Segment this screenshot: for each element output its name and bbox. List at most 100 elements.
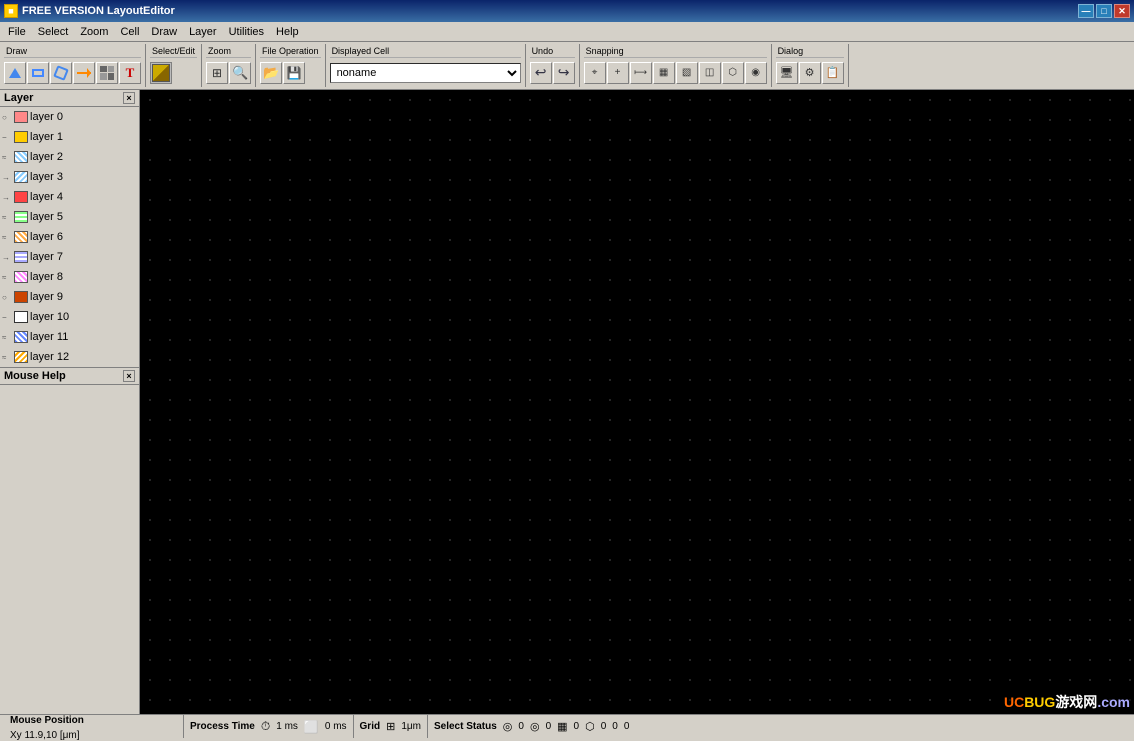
layer-item-2[interactable]: ≈ layer 2 <box>0 147 139 167</box>
layer-indicator-7: → <box>2 253 12 262</box>
snap-btn-8[interactable]: ◉ <box>745 62 767 84</box>
snap-icon-4: ▦ <box>659 67 668 78</box>
dialog-btn-1[interactable]: 🖥 <box>776 62 798 84</box>
file-operation-label: File Operation <box>260 44 321 58</box>
snap-btn-5[interactable]: ▧ <box>676 62 698 84</box>
snap-icon-8: ◉ <box>751 67 760 78</box>
menu-select[interactable]: Select <box>32 24 75 40</box>
snap-btn-4[interactable]: ▦ <box>653 62 675 84</box>
layer-name-11: layer 11 <box>30 331 68 343</box>
dialog-icon-2: ⚙ <box>805 66 815 79</box>
layer-color-11 <box>14 331 28 343</box>
draw-wire-button[interactable] <box>73 62 95 84</box>
layer-item-1[interactable]: − layer 1 <box>0 127 139 147</box>
layer-color-9 <box>14 291 28 303</box>
mouse-position-label: Mouse Position <box>10 715 84 726</box>
dialog-btn-3[interactable]: 📋 <box>822 62 844 84</box>
layer-item-3[interactable]: → layer 3 <box>0 167 139 187</box>
main-content: Layer × ○ layer 0 − layer 1 ≈ layer 2 → … <box>0 90 1134 714</box>
layer-color-7 <box>14 251 28 263</box>
layer-item-7[interactable]: → layer 7 <box>0 247 139 267</box>
triangle-icon <box>9 68 21 78</box>
layer-item-9[interactable]: ○ layer 9 <box>0 287 139 307</box>
close-button[interactable]: ✕ <box>1114 4 1130 18</box>
snap-btn-6[interactable]: ◫ <box>699 62 721 84</box>
dialog-btn-2[interactable]: ⚙ <box>799 62 821 84</box>
layer-name-7: layer 7 <box>30 251 63 263</box>
undo-label: Undo <box>530 44 575 58</box>
titlebar: ■ FREE VERSION LayoutEditor — □ ✕ <box>0 0 1134 22</box>
maximize-button[interactable]: □ <box>1096 4 1112 18</box>
layer-item-5[interactable]: ≈ layer 5 <box>0 207 139 227</box>
open-icon: 📂 <box>263 65 279 81</box>
layer-indicator-11: ≈ <box>2 333 12 342</box>
layer-indicator-8: ≈ <box>2 273 12 282</box>
zoom-fit-button[interactable]: ⊞ <box>206 62 228 84</box>
menu-file[interactable]: File <box>2 24 32 40</box>
layer-item-4[interactable]: → layer 4 <box>0 187 139 207</box>
minimize-button[interactable]: — <box>1078 4 1094 18</box>
snap-btn-3[interactable]: ⟼ <box>630 62 652 84</box>
sel-v1: 0 <box>518 721 524 732</box>
sel-v2: 0 <box>546 721 552 732</box>
menu-draw[interactable]: Draw <box>145 24 183 40</box>
layer-panel-header: Layer × <box>0 90 139 107</box>
process-time-value2: 0 ms <box>325 721 347 732</box>
undo-icon: ↩ <box>535 64 547 81</box>
redo-button[interactable]: ↪ <box>553 62 575 84</box>
layer-item-10[interactable]: − layer 10 <box>0 307 139 327</box>
sel-v6: 0 <box>624 721 630 732</box>
save-file-button[interactable]: 💾 <box>283 62 305 84</box>
select-edit-main-button[interactable] <box>150 62 172 84</box>
layer-indicator-6: ≈ <box>2 233 12 242</box>
mouse-position-value: Xy 11.9,10 [μm] <box>10 730 80 741</box>
draw-buttons: T <box>4 58 141 87</box>
select-status-section: Select Status ◎ 0 ◎ 0 ▦ 0 ⬡ 0 0 0 <box>428 715 1130 738</box>
menubar: File Select Zoom Cell Draw Layer Utiliti… <box>0 22 1134 42</box>
layer-item-12[interactable]: ≈ layer 12 <box>0 347 139 367</box>
snap-btn-2[interactable]: + <box>607 62 629 84</box>
draw-cell-button[interactable] <box>96 62 118 84</box>
canvas-area[interactable]: UCBUG游戏网.com <box>140 90 1134 714</box>
layer-color-6 <box>14 231 28 243</box>
watermark-text: UCBUG游戏网.com <box>1004 694 1130 710</box>
menu-zoom[interactable]: Zoom <box>74 24 114 40</box>
menu-layer[interactable]: Layer <box>183 24 223 40</box>
layer-color-12 <box>14 351 28 363</box>
layer-name-5: layer 5 <box>30 211 63 223</box>
layer-name-3: layer 3 <box>30 171 63 183</box>
snap-icon-6: ◫ <box>705 67 714 78</box>
layer-item-0[interactable]: ○ layer 0 <box>0 107 139 127</box>
select-edit-label: Select/Edit <box>150 44 197 58</box>
layer-color-5 <box>14 211 28 223</box>
sel-icon-4: ⬡ <box>585 720 595 733</box>
layer-item-11[interactable]: ≈ layer 11 <box>0 327 139 347</box>
mouse-help-close[interactable]: × <box>123 370 135 382</box>
draw-triangle-button[interactable] <box>4 62 26 84</box>
draw-polygon-button[interactable] <box>50 62 72 84</box>
layer-indicator-12: ≈ <box>2 353 12 362</box>
statusbar: Mouse Position Xy 11.9,10 [μm] Process T… <box>0 714 1134 738</box>
open-file-button[interactable]: 📂 <box>260 62 282 84</box>
draw-rect-button[interactable] <box>27 62 49 84</box>
select-edit-icon <box>152 64 170 82</box>
layer-item-6[interactable]: ≈ layer 6 <box>0 227 139 247</box>
draw-text-button[interactable]: T <box>119 62 141 84</box>
layer-item-8[interactable]: ≈ layer 8 <box>0 267 139 287</box>
undo-button[interactable]: ↩ <box>530 62 552 84</box>
layer-indicator-1: − <box>2 133 12 142</box>
polygon-icon <box>53 65 69 81</box>
window-controls: — □ ✕ <box>1078 4 1130 18</box>
layer-indicator-3: → <box>2 173 12 182</box>
menu-help[interactable]: Help <box>270 24 305 40</box>
menu-cell[interactable]: Cell <box>114 24 145 40</box>
title-left: ■ FREE VERSION LayoutEditor <box>4 4 175 18</box>
cell-dropdown-select[interactable]: noname <box>330 63 521 83</box>
zoom-in-button[interactable]: 🔍 <box>229 62 251 84</box>
snap-btn-7[interactable]: ⬡ <box>722 62 744 84</box>
menu-utilities[interactable]: Utilities <box>223 24 270 40</box>
layer-panel-close[interactable]: × <box>123 92 135 104</box>
layer-name-8: layer 8 <box>30 271 63 283</box>
snap-btn-1[interactable]: ⌖ <box>584 62 606 84</box>
grid-label: Grid <box>360 721 381 732</box>
